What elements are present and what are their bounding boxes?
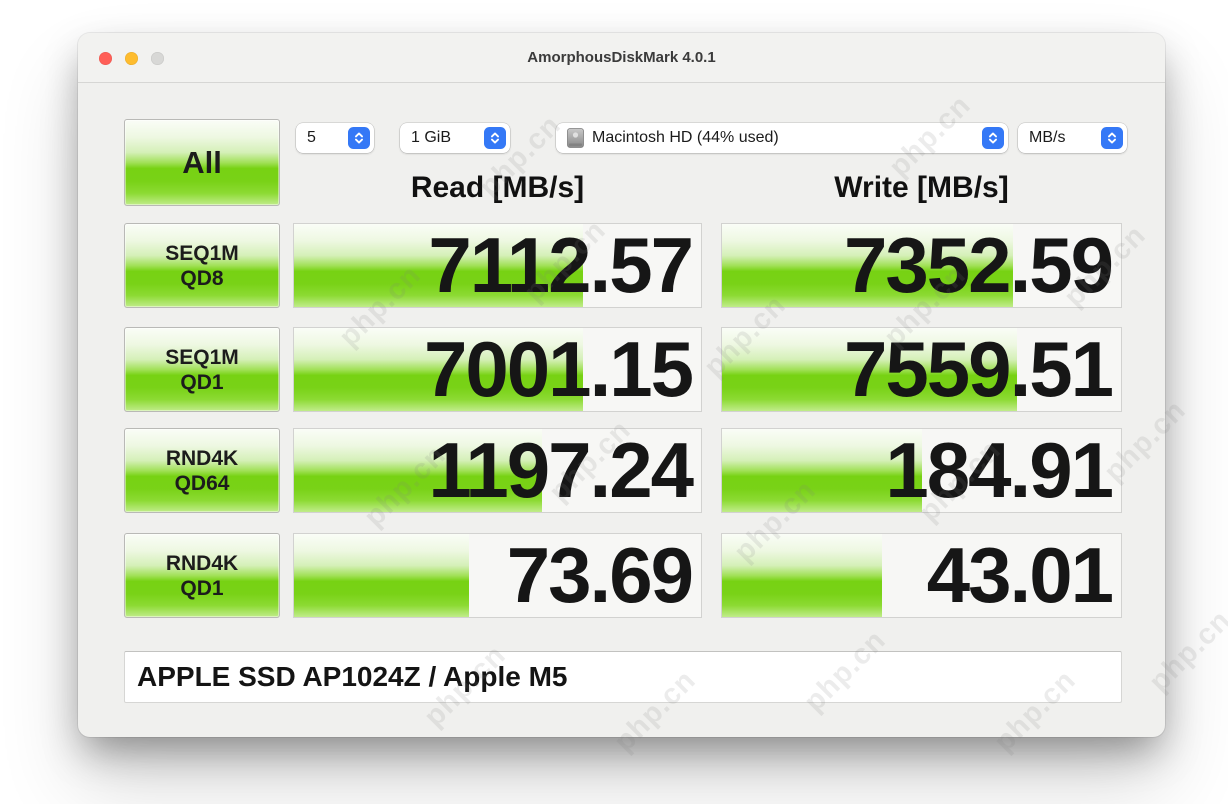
close-button[interactable] bbox=[99, 52, 112, 65]
read-bar-rnd4k-qd64: 1197.24 bbox=[293, 428, 702, 513]
zoom-button-disabled bbox=[151, 52, 164, 65]
run-all-button[interactable]: All bbox=[124, 119, 280, 206]
write-bar-rnd4k-qd64: 184.91 bbox=[721, 428, 1122, 513]
read-value: 73.69 bbox=[293, 534, 692, 616]
run-seq1m-qd1-button[interactable]: SEQ1M QD1 bbox=[124, 327, 280, 412]
write-value: 43.01 bbox=[721, 534, 1112, 616]
queue-depth: QD64 bbox=[175, 471, 230, 496]
app-window: AmorphousDiskMark 4.0.1 All 5 1 GiB Maci… bbox=[78, 33, 1165, 737]
write-column-header: Write [MB/s] bbox=[721, 171, 1122, 209]
unit-select[interactable]: MB/s bbox=[1018, 123, 1127, 153]
write-bar-seq1m-qd1: 7559.51 bbox=[721, 327, 1122, 412]
write-bar-seq1m-qd8: 7352.59 bbox=[721, 223, 1122, 308]
run-rnd4k-qd1-button[interactable]: RND4K QD1 bbox=[124, 533, 280, 618]
queue-depth: QD8 bbox=[180, 266, 223, 291]
write-bar-rnd4k-qd1: 43.01 bbox=[721, 533, 1122, 618]
run-all-label: All bbox=[182, 145, 222, 181]
read-bar-rnd4k-qd1: 73.69 bbox=[293, 533, 702, 618]
test-name: RND4K bbox=[166, 446, 238, 471]
read-value: 7001.15 bbox=[293, 328, 692, 410]
test-name: SEQ1M bbox=[165, 345, 239, 370]
queue-depth: QD1 bbox=[180, 576, 223, 601]
run-seq1m-qd8-button[interactable]: SEQ1M QD8 bbox=[124, 223, 280, 308]
test-size-value: 1 GiB bbox=[411, 129, 451, 147]
stepper-icon bbox=[348, 127, 370, 149]
read-value: 1197.24 bbox=[293, 429, 692, 511]
read-bar-seq1m-qd8: 7112.57 bbox=[293, 223, 702, 308]
run-rnd4k-qd64-button[interactable]: RND4K QD64 bbox=[124, 428, 280, 513]
stepper-icon bbox=[484, 127, 506, 149]
target-volume-value: Macintosh HD (44% used) bbox=[592, 129, 779, 147]
title-bar: AmorphousDiskMark 4.0.1 bbox=[78, 33, 1165, 83]
queue-depth: QD1 bbox=[180, 370, 223, 395]
read-value: 7112.57 bbox=[293, 224, 692, 306]
unit-value: MB/s bbox=[1029, 129, 1065, 147]
test-size-select[interactable]: 1 GiB bbox=[400, 123, 510, 153]
test-name: SEQ1M bbox=[165, 241, 239, 266]
minimize-button[interactable] bbox=[125, 52, 138, 65]
window-controls bbox=[99, 52, 164, 65]
write-value: 7352.59 bbox=[721, 224, 1112, 306]
test-name: RND4K bbox=[166, 551, 238, 576]
run-count-value: 5 bbox=[307, 129, 316, 147]
stepper-icon bbox=[982, 127, 1004, 149]
read-bar-seq1m-qd1: 7001.15 bbox=[293, 327, 702, 412]
write-value: 184.91 bbox=[721, 429, 1112, 511]
read-column-header: Read [MB/s] bbox=[293, 171, 702, 209]
run-count-select[interactable]: 5 bbox=[296, 123, 374, 153]
drive-icon bbox=[567, 128, 584, 148]
window-title: AmorphousDiskMark 4.0.1 bbox=[78, 33, 1165, 83]
device-info-field[interactable]: APPLE SSD AP1024Z / Apple M5 bbox=[124, 651, 1122, 703]
target-volume-select[interactable]: Macintosh HD (44% used) bbox=[556, 123, 1008, 153]
write-value: 7559.51 bbox=[721, 328, 1112, 410]
stepper-icon bbox=[1101, 127, 1123, 149]
